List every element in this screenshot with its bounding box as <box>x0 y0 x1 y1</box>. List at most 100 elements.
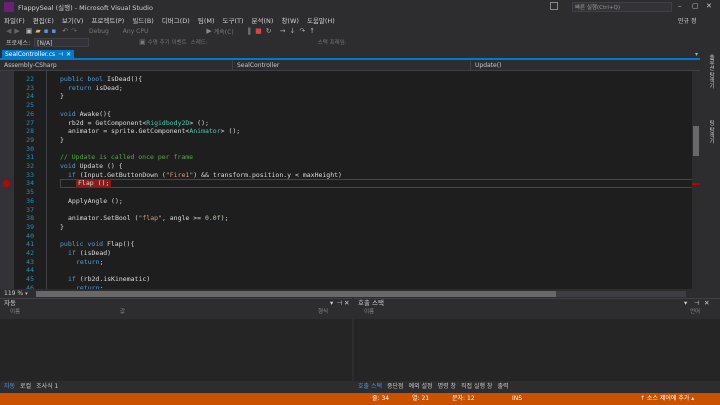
continue-label[interactable]: 계속(C) <box>214 27 234 36</box>
code-line[interactable]: 37 <box>0 206 700 215</box>
platform-dropdown[interactable]: Any CPU <box>123 28 149 35</box>
code-line[interactable]: 25 <box>0 101 700 110</box>
close-button[interactable]: ✕ <box>706 2 712 10</box>
open-icon[interactable]: ▰ <box>35 27 40 35</box>
callstack-pin-icon[interactable]: ⊣ <box>694 299 700 308</box>
new-file-icon[interactable]: ▣ <box>26 27 33 35</box>
code-line[interactable]: 41 public void Flap(){ <box>0 240 700 249</box>
breakpoint-icon[interactable] <box>3 180 10 188</box>
member-dropdown[interactable]: Update() <box>470 61 698 70</box>
code-line[interactable]: 24} <box>0 92 700 101</box>
callstack-tab[interactable]: 명령 창 <box>438 383 456 390</box>
tab-dropdown-icon[interactable]: ▾ <box>695 51 698 58</box>
editor-vertical-scrollbar[interactable] <box>692 71 700 289</box>
autos-tab[interactable]: 로컬 <box>20 383 31 390</box>
autos-tab[interactable]: 조사식 1 <box>36 383 58 390</box>
code-line[interactable]: 35 <box>0 188 700 197</box>
code-line[interactable]: 45 if (rb2d.isKinematic) <box>0 275 700 284</box>
menu-item[interactable]: 편집(E) <box>29 15 58 25</box>
horizontal-scrollbar-thumb[interactable] <box>35 290 556 297</box>
autos-col-name[interactable]: 이름 <box>10 308 20 317</box>
forward-icon[interactable]: ▶ <box>14 27 19 35</box>
back-icon[interactable]: ◀ <box>6 27 11 35</box>
menu-item[interactable]: 창(W) <box>277 15 302 25</box>
code-line[interactable]: 36 ApplyAngle (); <box>0 197 700 206</box>
maximize-button[interactable]: ▢ <box>692 2 699 10</box>
code-line[interactable]: 33 if (Input.GetButtonDown ("Fire1") && t… <box>0 171 700 180</box>
menu-item[interactable]: 도구(T) <box>219 15 248 25</box>
callstack-list[interactable] <box>354 319 720 381</box>
close-tab-icon[interactable]: ✕ <box>66 50 71 60</box>
menu-item[interactable]: 디버그(D) <box>158 15 194 25</box>
menu-item[interactable]: 프로젝트(P) <box>87 15 128 25</box>
save-icon[interactable]: ▪ <box>44 27 49 35</box>
code-line[interactable]: 23 return isDead; <box>0 84 700 93</box>
undo-icon[interactable]: ↶ <box>62 27 68 35</box>
code-line[interactable]: 39} <box>0 223 700 232</box>
callstack-tab[interactable]: 출력 <box>497 383 508 390</box>
team-explorer-tab[interactable]: 팀 탐색기 <box>705 120 715 170</box>
code-line[interactable]: 30 <box>0 145 700 154</box>
code-line[interactable]: 32 void Update () { <box>0 162 700 171</box>
autos-list[interactable] <box>0 319 352 381</box>
lifecycle-events-dropdown[interactable]: 수명 주기 이벤트 <box>148 38 187 46</box>
solution-explorer-tab[interactable]: 솔루션 탐색기 <box>705 54 715 114</box>
menu-item[interactable]: 파일(F) <box>0 15 29 25</box>
class-dropdown[interactable]: SealController <box>232 61 468 70</box>
callstack-col-name[interactable]: 이름 <box>364 308 374 317</box>
code-line[interactable]: 22 public bool IsDead(){ <box>0 75 700 84</box>
code-line[interactable]: 40 <box>0 232 700 241</box>
autos-dropdown-icon[interactable]: ▾ <box>330 299 333 308</box>
menu-item[interactable]: 빌드(B) <box>128 15 158 25</box>
menu-item[interactable]: 보기(V) <box>58 15 87 25</box>
callstack-tab[interactable]: 직접 실행 창 <box>461 383 492 390</box>
code-line[interactable]: 29} <box>0 136 700 145</box>
zoom-dropdown-icon[interactable]: ▾ <box>25 291 28 297</box>
callstack-col-lang[interactable]: 언어 <box>690 308 700 317</box>
autos-close-icon[interactable]: ✕ <box>344 299 349 308</box>
scrollbar-thumb[interactable] <box>693 126 699 156</box>
autos-col-value[interactable]: 값 <box>120 308 125 317</box>
menu-item[interactable]: 팀(M) <box>194 15 219 25</box>
break-all-icon[interactable]: ‖ <box>248 27 252 35</box>
restart-icon[interactable]: ↻ <box>266 27 272 35</box>
autos-col-type[interactable]: 형식 <box>318 308 328 317</box>
code-editor[interactable]: 22 public bool IsDead(){23 return isDead; 2… <box>0 71 700 289</box>
continue-icon[interactable]: ▶ <box>206 27 211 35</box>
minimize-button[interactable]: – <box>678 2 682 10</box>
callstack-tab[interactable]: 예외 설정 <box>409 383 433 390</box>
notification-icon[interactable] <box>550 2 558 10</box>
menu-item[interactable]: 분석(N) <box>248 15 278 25</box>
process-dropdown[interactable]: [N/A] <box>34 37 90 47</box>
account-name[interactable]: 민규 정 <box>678 16 696 25</box>
callstack-dropdown-icon[interactable]: ▾ <box>684 299 687 308</box>
source-control-button[interactable]: ↑ 소스 제어에 추가 ▴ <box>640 393 694 405</box>
config-dropdown[interactable]: Debug <box>89 28 109 35</box>
redo-icon[interactable]: ↷ <box>71 27 77 35</box>
zoom-level[interactable]: 119 % <box>0 290 23 297</box>
code-line[interactable]: 43 return; <box>0 258 700 267</box>
project-dropdown[interactable]: Assembly-CSharp <box>0 61 230 70</box>
code-line[interactable]: 27 rb2d = GetComponent<Rigidbody2D> (); <box>0 119 700 128</box>
code-line[interactable]: 28 animator = sprite.GetComponent<Animato… <box>0 127 700 136</box>
autos-pin-icon[interactable]: ⊣ <box>337 299 343 308</box>
callstack-close-icon[interactable]: ✕ <box>704 299 709 308</box>
menu-item[interactable]: 도움말(H) <box>303 15 339 25</box>
step-out-icon[interactable]: ↑ <box>309 27 315 35</box>
code-line[interactable]: 44 <box>0 266 700 275</box>
code-line[interactable]: 42 if (isDead) <box>0 249 700 258</box>
step-over-icon[interactable]: ↷ <box>299 27 305 35</box>
show-next-statement-icon[interactable]: → <box>280 27 286 35</box>
callstack-tab[interactable]: 중단점 <box>387 383 404 390</box>
code-line[interactable]: 26 void Awake(){ <box>0 110 700 119</box>
callstack-tab[interactable]: 호출 스택 <box>358 383 382 390</box>
pin-icon[interactable]: ⊣ <box>58 50 63 60</box>
horizontal-scrollbar[interactable] <box>35 290 686 297</box>
autos-tab[interactable]: 자동 <box>4 383 15 390</box>
doc-tab-sealcontroller[interactable]: SealController.cs ⊣ ✕ <box>2 50 74 60</box>
quick-launch[interactable]: 빠른 실행(Ctrl+Q) <box>572 2 672 12</box>
code-line[interactable]: 38 animator.SetBool ("flap", angle >= 0.0… <box>0 214 700 223</box>
code-line[interactable]: 31 // Update is called once per frame <box>0 153 700 162</box>
lifecycle-events-icon[interactable]: ▣ <box>139 38 146 46</box>
code-line[interactable]: 34 Flap (); <box>0 179 700 189</box>
